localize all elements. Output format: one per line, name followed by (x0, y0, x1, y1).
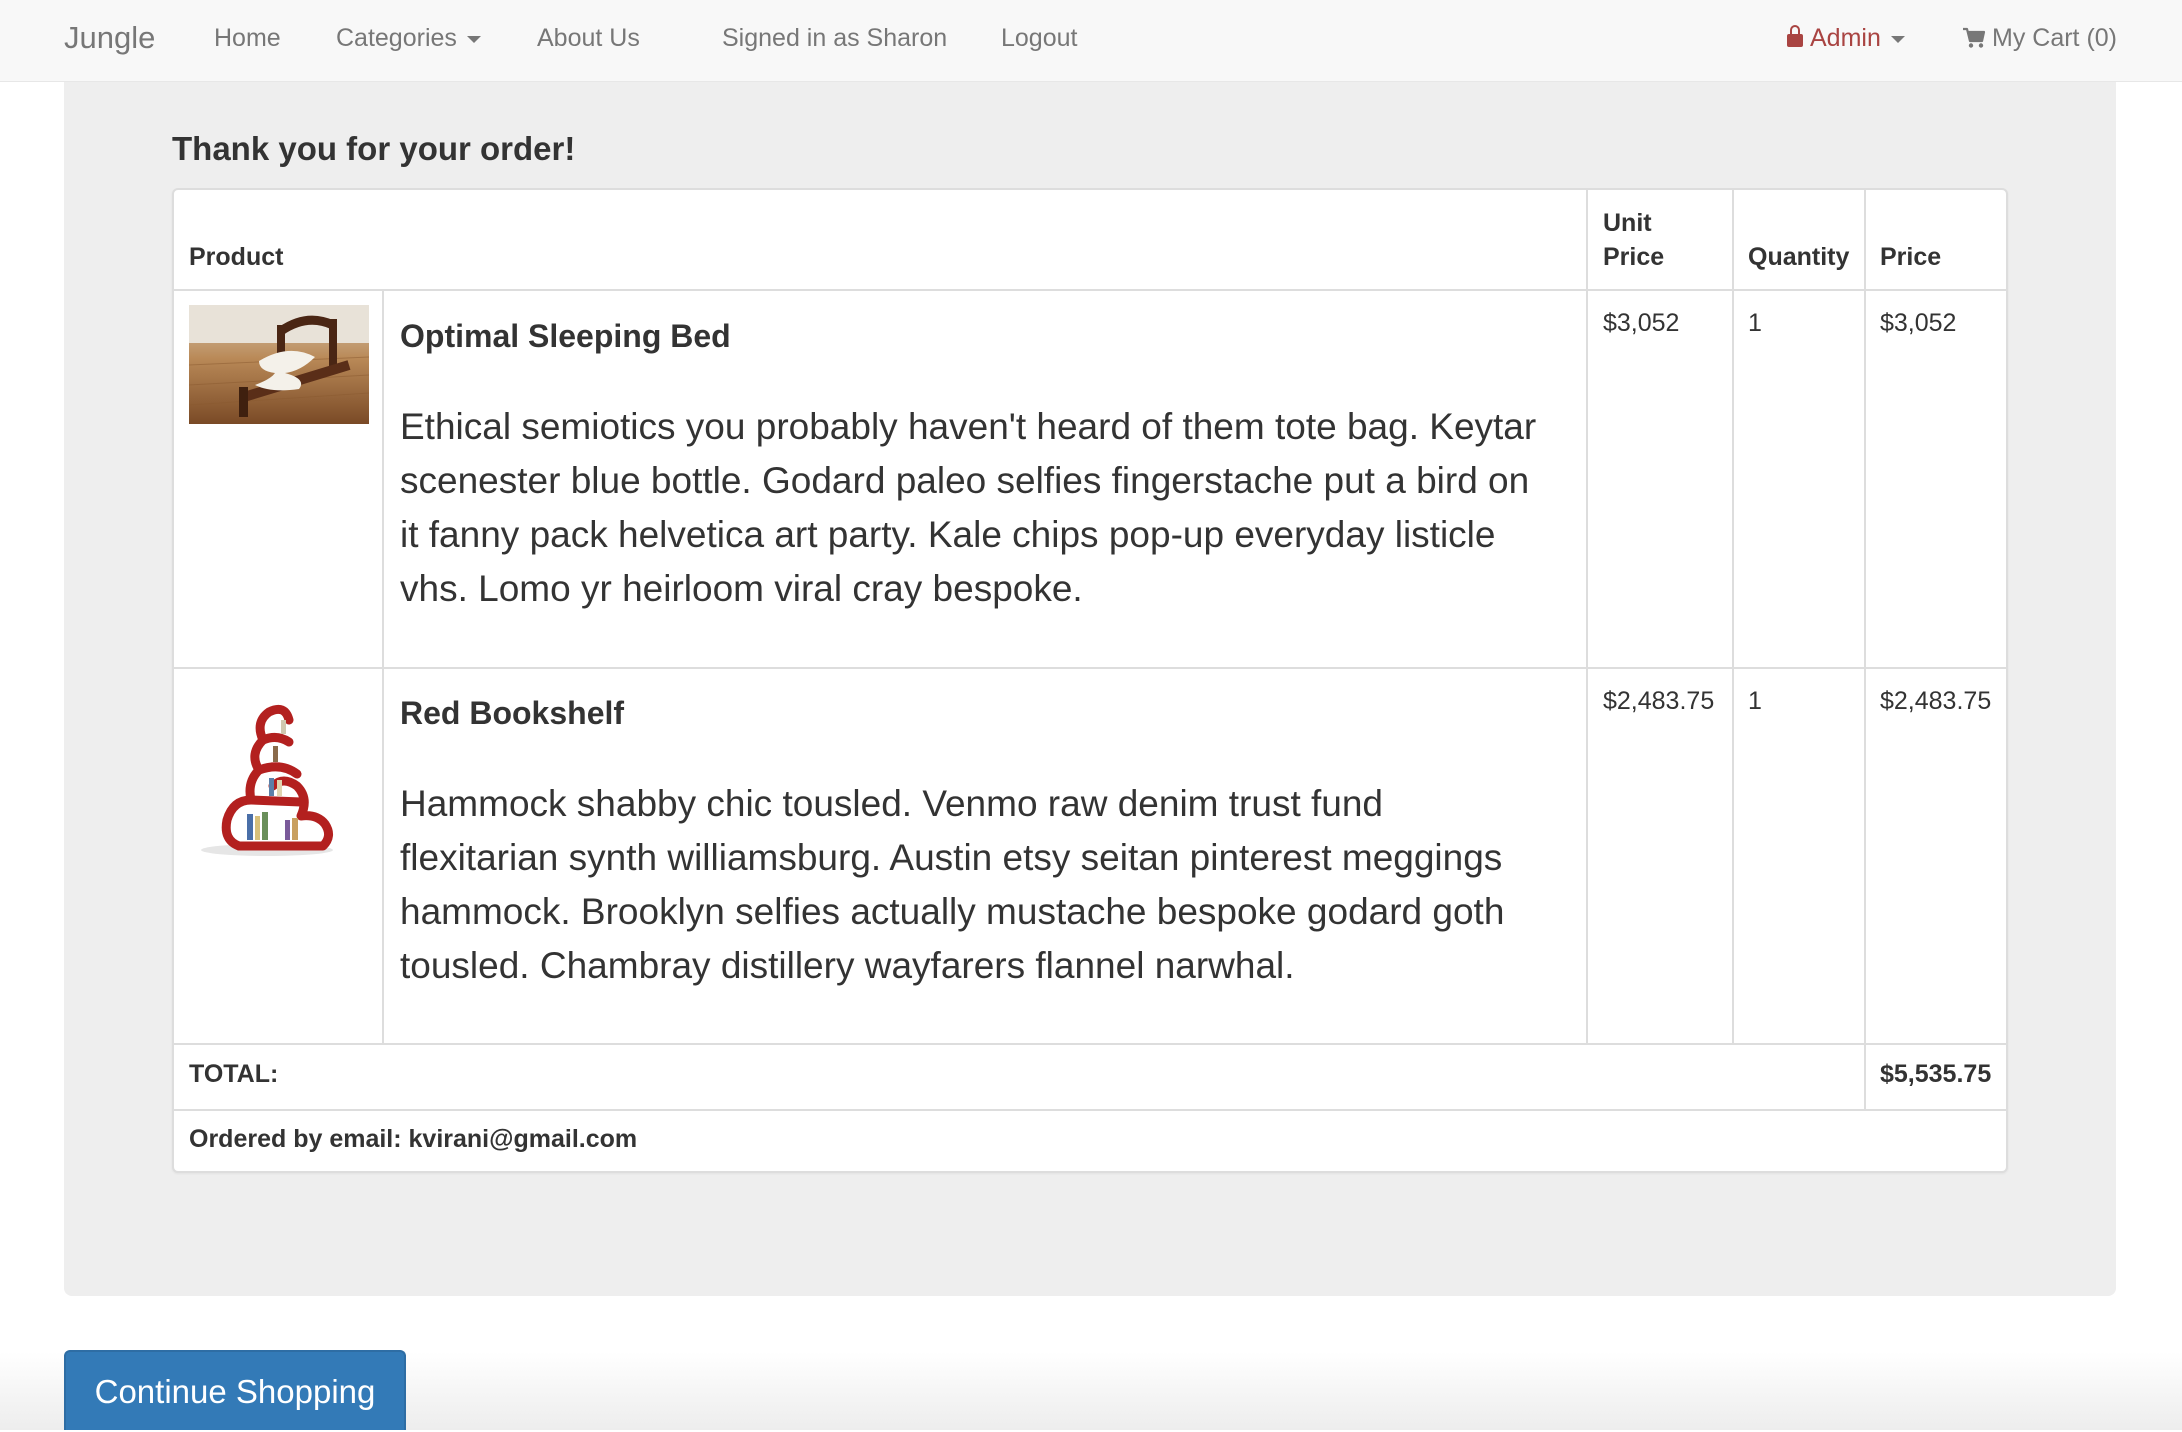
header-quantity: Quantity (1748, 243, 1850, 271)
product-name: Optimal Sleeping Bed (400, 318, 731, 354)
nav-about[interactable]: About Us (537, 0, 640, 78)
nav-categories-dropdown[interactable]: Categories (336, 0, 481, 78)
table-divider (1864, 190, 1866, 1109)
unit-price: $3,052 (1603, 309, 1680, 337)
product-info: Ethical semiotics you probably haven't h… (400, 400, 1550, 616)
order-table: Product Unit Price Quantity Price Optima… (172, 188, 2008, 1173)
product-image-bed (189, 305, 369, 424)
total-label: TOTAL: (189, 1060, 279, 1088)
product-info: Optimal Sleeping Bed (400, 318, 731, 355)
nav-categories-label: Categories (336, 24, 457, 52)
product-image-bookshelf (189, 682, 339, 862)
product-description: Hammock shabby chic tousled. Venmo raw d… (400, 783, 1505, 986)
table-divider (1732, 190, 1734, 1043)
cart-label: My Cart (0) (1992, 24, 2117, 52)
page-title: Thank you for your order! (172, 130, 576, 167)
table-divider (174, 1109, 2006, 1111)
continue-shopping-button[interactable]: Continue Shopping (64, 1350, 406, 1430)
nav-logout[interactable]: Logout (1001, 0, 1077, 78)
product-description: Ethical semiotics you probably haven't h… (400, 406, 1537, 609)
header-product: Product (189, 243, 284, 271)
admin-label: Admin (1810, 24, 1881, 52)
product-name: Red Bookshelf (400, 695, 625, 731)
admin-dropdown[interactable]: Admin (1787, 0, 1905, 78)
chevron-down-icon (1890, 35, 1905, 43)
unit-price: $2,483.75 (1603, 687, 1715, 715)
nav-my-cart[interactable]: My Cart (0) (1962, 0, 2117, 78)
signed-in-status: Signed in as Sharon (722, 24, 948, 52)
quantity: 1 (1748, 687, 1762, 715)
quantity: 1 (1748, 309, 1762, 337)
chevron-down-icon (466, 35, 481, 43)
table-divider (174, 1043, 2006, 1045)
product-info: Red Bookshelf (400, 695, 624, 732)
lock-icon (1787, 25, 1803, 47)
nav-home[interactable]: Home (214, 0, 281, 78)
brand-link[interactable]: Jungle (64, 0, 155, 78)
total-value: $5,535.75 (1880, 1060, 1992, 1088)
header-unit-price-line2: Price (1603, 243, 1665, 271)
line-price: $2,483.75 (1880, 687, 1992, 715)
header-unit-price-line1: Unit (1603, 209, 1652, 237)
shopping-cart-icon (1963, 27, 1986, 48)
ordered-by-email: Ordered by email: kvirani@gmail.com (189, 1125, 638, 1153)
product-info: Hammock shabby chic tousled. Venmo raw d… (400, 777, 1550, 993)
line-price: $3,052 (1880, 309, 1957, 337)
top-navbar: Jungle Home Categories About Us Signed i… (0, 0, 2182, 82)
table-divider (382, 289, 384, 1043)
header-price: Price (1880, 243, 1942, 271)
table-divider (1586, 190, 1588, 1043)
